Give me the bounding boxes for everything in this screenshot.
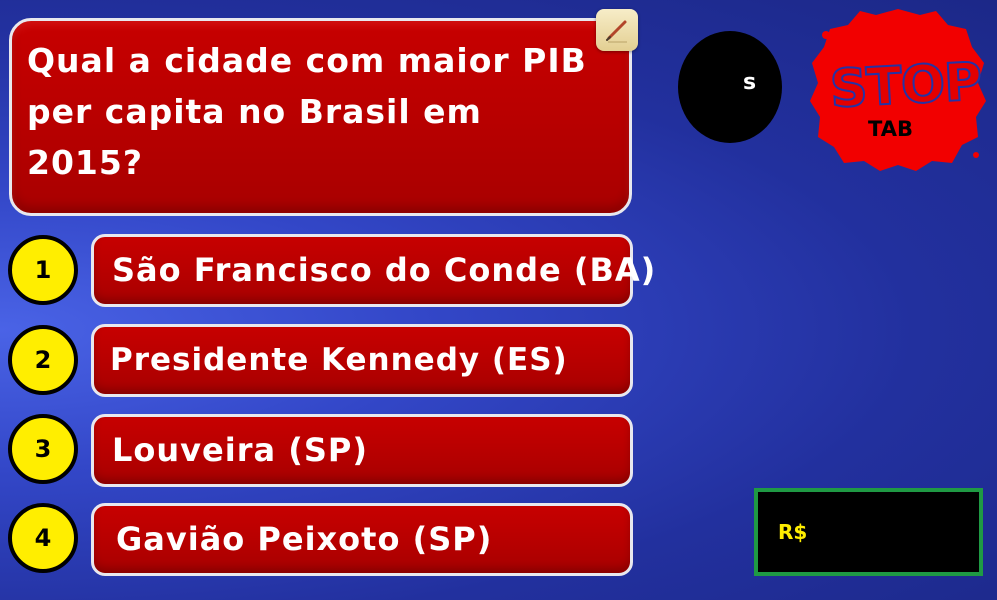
timer-label: s bbox=[743, 70, 757, 95]
answer-text-3: Louveira (SP) bbox=[112, 431, 368, 469]
question-text: Qual a cidade com maior PIB per capita n… bbox=[27, 35, 587, 188]
answer-number-3[interactable]: 3 bbox=[8, 414, 78, 484]
answer-button-1[interactable]: São Francisco do Conde (BA) bbox=[91, 234, 655, 307]
answer-button-4[interactable]: Gavião Peixoto (SP) bbox=[91, 503, 633, 576]
stop-label: STOP bbox=[828, 51, 984, 121]
answer-button-2[interactable]: Presidente Kennedy (ES) bbox=[91, 324, 633, 397]
question-line-2: per capita no Brasil em 2015? bbox=[27, 92, 482, 182]
prize-display: R$ bbox=[754, 488, 983, 576]
answer-text-1: São Francisco do Conde (BA) bbox=[112, 251, 657, 289]
answer-number-4[interactable]: 4 bbox=[8, 503, 78, 573]
stop-key-hint: TAB bbox=[868, 117, 913, 141]
prize-currency-label: R$ bbox=[778, 520, 808, 544]
pencil-icon-graphic bbox=[606, 20, 627, 43]
question-line-1: Qual a cidade com maior PIB bbox=[27, 41, 587, 80]
answer-text-2: Presidente Kennedy (ES) bbox=[110, 342, 568, 378]
pencil-edit-icon[interactable] bbox=[596, 9, 638, 51]
answer-text-4: Gavião Peixoto (SP) bbox=[116, 520, 493, 558]
splat-dot-2 bbox=[973, 152, 979, 158]
answer-number-2[interactable]: 2 bbox=[8, 325, 78, 395]
answer-button-3[interactable]: Louveira (SP) bbox=[91, 414, 633, 487]
splat-dot-1 bbox=[822, 31, 830, 39]
question-box: Qual a cidade com maior PIB per capita n… bbox=[9, 18, 632, 216]
answer-number-1[interactable]: 1 bbox=[8, 235, 78, 305]
timer-circle bbox=[678, 31, 782, 143]
